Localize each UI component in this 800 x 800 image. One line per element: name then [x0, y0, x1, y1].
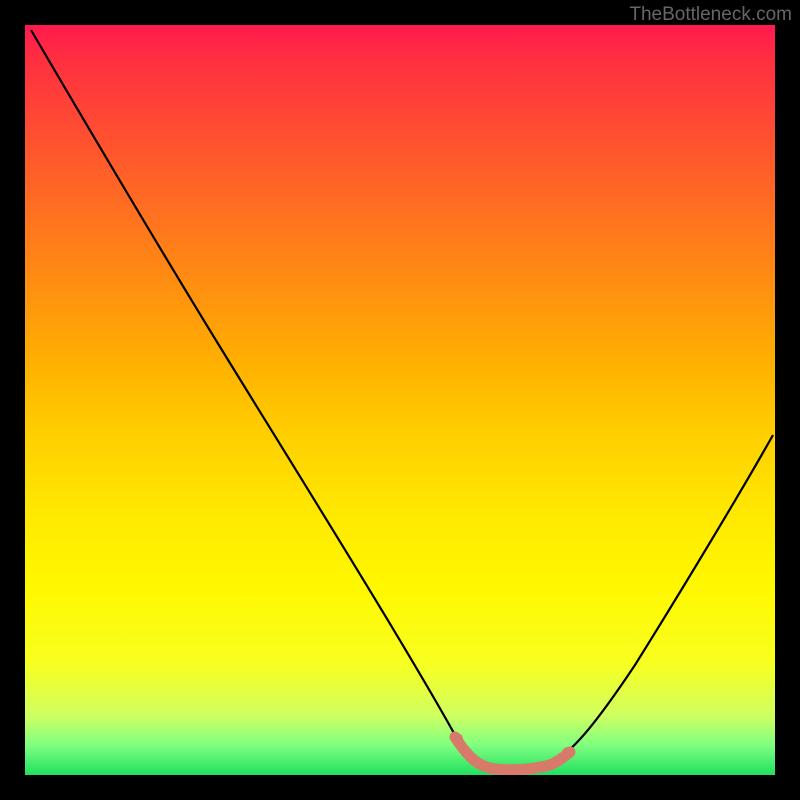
main-curve-path: [31, 30, 773, 768]
highlight-segment: [455, 737, 570, 770]
highlight-dot-left: [451, 733, 463, 745]
highlight-dot-right: [562, 747, 574, 759]
chart-area: [25, 25, 775, 775]
curve-svg: [25, 25, 775, 775]
watermark-text: TheBottleneck.com: [629, 4, 792, 26]
